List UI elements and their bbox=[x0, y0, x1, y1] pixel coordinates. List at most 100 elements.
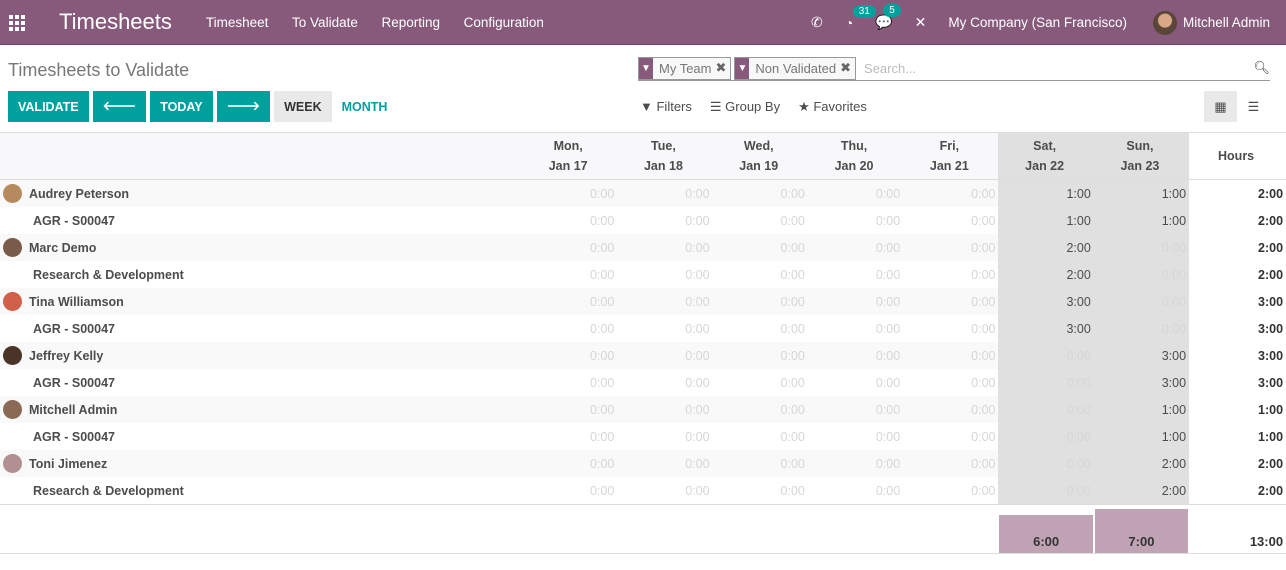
list-view-button[interactable]: ☰ bbox=[1237, 91, 1270, 122]
hours-cell[interactable]: 0:00 bbox=[617, 477, 712, 504]
search-input[interactable]: Search... bbox=[864, 61, 1253, 76]
hours-cell[interactable]: 0:00 bbox=[808, 261, 903, 288]
hours-cell[interactable]: 0:00 bbox=[903, 207, 998, 234]
user-menu[interactable]: Mitchell Admin bbox=[1183, 15, 1270, 30]
hours-cell[interactable]: 0:00 bbox=[808, 477, 903, 504]
hours-cell[interactable]: 0:00 bbox=[617, 423, 712, 450]
row-label: Marc Demo bbox=[29, 240, 97, 255]
group-by-dropdown[interactable]: ☰ Group By bbox=[710, 99, 780, 115]
hours-cell[interactable]: 0:00 bbox=[903, 423, 998, 450]
day-name: Mon, bbox=[553, 139, 583, 153]
hours-cell[interactable]: 1:00 bbox=[1093, 423, 1190, 450]
day-header: Sat, Jan 22 bbox=[998, 133, 1094, 179]
previous-button[interactable]: 🡐 bbox=[92, 91, 147, 122]
hours-cell[interactable]: 0:00 bbox=[808, 315, 903, 342]
hours-cell[interactable]: 0:00 bbox=[522, 477, 617, 504]
company-switcher[interactable]: My Company (San Francisco) bbox=[948, 15, 1127, 30]
menu-reporting[interactable]: Reporting bbox=[381, 15, 440, 30]
next-button[interactable]: 🡒 bbox=[216, 91, 271, 122]
hours-cell[interactable]: 0:00 bbox=[617, 207, 712, 234]
hours-cell[interactable]: 2:00 bbox=[1093, 477, 1190, 504]
row-total: 2:00 bbox=[1189, 261, 1286, 288]
employee-name: Tina Williamson bbox=[0, 288, 522, 315]
hours-cell[interactable]: 0:00 bbox=[522, 369, 617, 396]
hours-cell[interactable]: 0:00 bbox=[522, 207, 617, 234]
user-avatar[interactable] bbox=[1152, 10, 1177, 35]
menu-to-validate[interactable]: To Validate bbox=[292, 15, 358, 30]
row-label: AGR - S00047 bbox=[33, 213, 115, 228]
hours-cell[interactable]: 0:00 bbox=[903, 261, 998, 288]
hours-cell: 3:00 bbox=[998, 288, 1094, 315]
hours-cell: 0:00 bbox=[589, 402, 615, 417]
hours-cell[interactable]: 0:00 bbox=[713, 477, 808, 504]
remove-facet-icon[interactable]: ✖ bbox=[840, 60, 851, 76]
activity-clock-icon[interactable]: ◔ 31 bbox=[845, 4, 876, 31]
hours-cell[interactable]: 0:00 bbox=[522, 261, 617, 288]
hours-cell[interactable]: 1:00 bbox=[1093, 207, 1190, 234]
grid-view-button[interactable]: ▦ bbox=[1204, 91, 1237, 122]
day-date: Jan 21 bbox=[929, 159, 969, 173]
favorites-dropdown[interactable]: ★ Favorites bbox=[798, 99, 867, 115]
facet-non-validated: ▼ Non Validated ✖ bbox=[734, 56, 857, 80]
menu-timesheet[interactable]: Timesheet bbox=[206, 15, 269, 30]
hours-cell: 0:00 bbox=[971, 456, 996, 471]
hours-cell[interactable]: 0:00 bbox=[617, 369, 712, 396]
row-total: 3:00 bbox=[1189, 315, 1286, 342]
employee-avatar bbox=[3, 238, 22, 257]
validate-button[interactable]: VALIDATE bbox=[8, 91, 89, 122]
hours-cell[interactable]: 0:00 bbox=[903, 477, 998, 504]
search-bar: ▼ My Team ✖ ▼ Non Validated ✖ Search... 🔍︎ bbox=[638, 56, 1270, 81]
apps-menu-icon[interactable] bbox=[9, 15, 27, 31]
day-header: Thu, Jan 20 bbox=[808, 133, 903, 179]
remove-facet-icon[interactable]: ✖ bbox=[716, 60, 727, 76]
week-button[interactable]: WEEK bbox=[274, 91, 332, 122]
hours-cell[interactable]: 0:00 bbox=[713, 315, 808, 342]
hours-cell[interactable]: 3:00 bbox=[998, 315, 1094, 342]
hours-cell[interactable]: 0:00 bbox=[713, 261, 808, 288]
hours-cell[interactable]: 0:00 bbox=[713, 369, 808, 396]
hours-cell[interactable]: 1:00 bbox=[998, 207, 1094, 234]
hours-cell[interactable]: 0:00 bbox=[998, 369, 1094, 396]
row-label: AGR - S00047 bbox=[33, 429, 115, 444]
hours-cell: 0:00 bbox=[589, 348, 615, 363]
hours-cell[interactable]: 0:00 bbox=[617, 261, 712, 288]
hours-cell[interactable]: 0:00 bbox=[808, 369, 903, 396]
hours-cell[interactable]: 0:00 bbox=[808, 207, 903, 234]
filters-dropdown[interactable]: ▼ Filters bbox=[640, 99, 692, 115]
day-date: Jan 19 bbox=[739, 159, 779, 173]
phone-icon[interactable]: ✆ bbox=[811, 14, 823, 31]
menu-configuration[interactable]: Configuration bbox=[464, 15, 544, 30]
messages-icon[interactable]: 💬 5 bbox=[875, 4, 901, 31]
header-spacer bbox=[0, 133, 522, 179]
row-label: Jeffrey Kelly bbox=[29, 348, 104, 363]
debug-tools-icon[interactable]: ✕ bbox=[915, 14, 927, 31]
month-button[interactable]: MONTH bbox=[336, 91, 394, 122]
employee-avatar bbox=[3, 184, 22, 203]
app-brand[interactable]: Timesheets bbox=[59, 9, 172, 35]
hours-cell[interactable]: 3:00 bbox=[1093, 369, 1190, 396]
employee-name: Marc Demo bbox=[0, 234, 522, 261]
day-total-bar: 7:00 bbox=[1094, 509, 1189, 553]
search-icon[interactable]: 🔍︎ bbox=[1253, 60, 1270, 76]
day-date: Jan 23 bbox=[1120, 159, 1160, 173]
hours-cell[interactable]: 0:00 bbox=[903, 369, 998, 396]
day-date: Jan 20 bbox=[834, 159, 874, 173]
hours-cell[interactable]: 0:00 bbox=[522, 315, 617, 342]
hours-cell[interactable]: 0:00 bbox=[713, 207, 808, 234]
hours-cell[interactable]: 0:00 bbox=[1093, 261, 1190, 288]
hours-cell[interactable]: 0:00 bbox=[903, 315, 998, 342]
hours-cell[interactable]: 0:00 bbox=[713, 423, 808, 450]
hours-cell[interactable]: 0:00 bbox=[1093, 315, 1190, 342]
hours-cell[interactable]: 0:00 bbox=[998, 477, 1094, 504]
task-row: AGR - S00047 0:00 0:00 0:00 0:00 0:00 3:00 0:00… bbox=[0, 315, 1286, 342]
hours-cell[interactable]: 0:00 bbox=[808, 423, 903, 450]
today-button[interactable]: TODAY bbox=[150, 91, 213, 122]
hours-cell[interactable]: 0:00 bbox=[617, 315, 712, 342]
employee-name: Audrey Peterson bbox=[0, 180, 522, 207]
hours-cell[interactable]: 0:00 bbox=[998, 423, 1094, 450]
activity-badge: 31 bbox=[852, 4, 876, 18]
hours-cell: 0:00 bbox=[685, 348, 710, 363]
hours-cell: 0:00 bbox=[998, 396, 1094, 423]
hours-cell[interactable]: 0:00 bbox=[522, 423, 617, 450]
hours-cell[interactable]: 2:00 bbox=[998, 261, 1094, 288]
